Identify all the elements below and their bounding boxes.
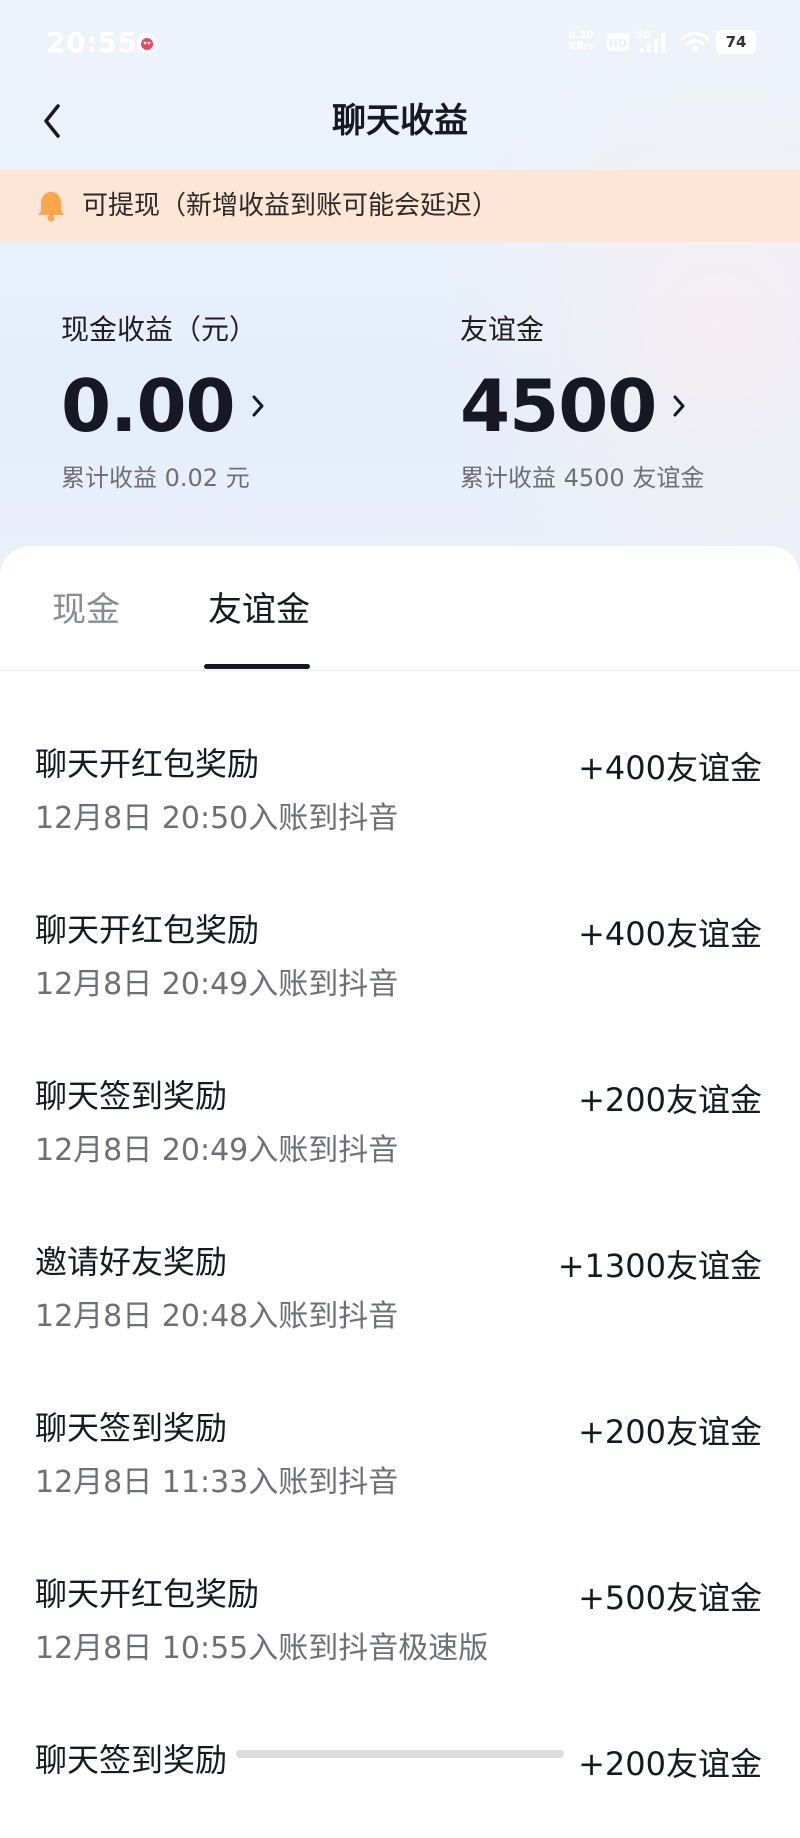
- status-time: 20:55: [46, 26, 138, 59]
- bell-icon: [38, 192, 64, 222]
- friend-gold-label: 友谊金: [460, 313, 545, 346]
- record-amount: +1300友谊金: [557, 1247, 762, 1285]
- record-amount: +500友谊金: [578, 1579, 762, 1617]
- chevron-left-icon[interactable]: [34, 96, 70, 146]
- friend-gold-link[interactable]: 4500: [460, 368, 800, 444]
- network-speed: 0.20 KB/s: [566, 30, 596, 52]
- withdraw-notice-banner: 可提现（新增收益到账可能会延迟）: [0, 170, 800, 242]
- record-amount: +400友谊金: [578, 915, 762, 953]
- cash-earnings-card: 现金收益（元） 0.00 累计收益 0.02 元: [61, 310, 401, 496]
- friend-gold-value: 4500: [460, 364, 657, 448]
- record-amount: +200友谊金: [578, 1081, 762, 1119]
- record-title: 聊天开红包奖励: [35, 911, 260, 949]
- svg-text:5G: 5G: [636, 30, 651, 41]
- status-bar: 20:55 0.20 KB/s HD 5G 74: [0, 0, 800, 88]
- list-item: 聊天开红包奖励 12月8日 10:55入账到抖音极速版 +500友谊金: [0, 1506, 800, 1672]
- record-title: 聊天签到奖励: [35, 1409, 228, 1447]
- record-date: 12月8日 10:55入账到抖音极速版: [35, 1631, 489, 1666]
- list-item: 聊天签到奖励 12月8日 11:33入账到抖音 +200友谊金: [0, 1340, 800, 1506]
- record-amount: +200友谊金: [578, 1745, 762, 1783]
- record-amount: +400友谊金: [578, 749, 762, 787]
- cash-earnings-value: 0.00: [61, 364, 236, 448]
- record-date: 12月8日 20:50入账到抖音: [35, 801, 399, 836]
- tab-friend-gold[interactable]: 友谊金: [208, 582, 310, 638]
- header-background: [0, 0, 800, 600]
- battery-icon: 74: [716, 30, 756, 54]
- home-indicator[interactable]: [236, 1750, 564, 1758]
- record-title: 聊天开红包奖励: [35, 1575, 260, 1613]
- network-speed-unit: KB/s: [568, 41, 594, 52]
- list-item: 聊天签到奖励 12月8日 20:49入账到抖音 +200友谊金: [0, 1008, 800, 1174]
- notice-text: 可提现（新增收益到账可能会延迟）: [82, 191, 499, 221]
- cash-earnings-link[interactable]: 0.00: [61, 368, 401, 444]
- wifi-icon: [680, 32, 710, 52]
- chevron-right-icon: [252, 395, 264, 417]
- record-date: 12月8日 20:48入账到抖音: [35, 1299, 399, 1334]
- record-date: 12月8日 20:49入账到抖音: [35, 967, 399, 1002]
- list-item: 聊天开红包奖励 12月8日 20:50入账到抖音 +400友谊金: [0, 676, 800, 842]
- hd-icon: HD: [607, 33, 629, 51]
- active-tab-indicator: [204, 664, 310, 669]
- chevron-right-icon: [673, 395, 685, 417]
- record-title: 邀请好友奖励: [35, 1243, 228, 1281]
- page-title: 聊天收益: [332, 101, 468, 141]
- friend-gold-total: 累计收益 4500 友谊金: [460, 464, 705, 492]
- record-title: 聊天开红包奖励: [35, 745, 260, 783]
- tab-divider: [0, 670, 800, 671]
- network-speed-value: 0.20: [568, 30, 594, 41]
- record-date: 12月8日 11:33入账到抖音: [35, 1465, 399, 1500]
- 5g-signal-icon: 5G: [636, 30, 665, 53]
- douyin-app-icon: [137, 33, 157, 53]
- svg-text:HD: HD: [609, 37, 627, 50]
- friend-gold-card: 友谊金 4500 累计收益 4500 友谊金: [460, 310, 800, 496]
- records-list: 聊天开红包奖励 12月8日 20:50入账到抖音 +400友谊金 聊天开红包奖励…: [0, 676, 800, 1838]
- list-item: 聊天开红包奖励 12月8日 20:49入账到抖音 +400友谊金: [0, 842, 800, 1008]
- list-item: 邀请好友奖励 12月8日 20:48入账到抖音 +1300友谊金: [0, 1174, 800, 1340]
- tab-cash[interactable]: 现金: [52, 582, 120, 638]
- record-date: 12月8日 20:49入账到抖音: [35, 1133, 399, 1168]
- cash-earnings-label: 现金收益（元）: [61, 313, 258, 346]
- record-amount: +200友谊金: [578, 1413, 762, 1451]
- cash-earnings-total: 累计收益 0.02 元: [61, 464, 250, 492]
- record-title: 聊天签到奖励: [35, 1741, 228, 1779]
- record-title: 聊天签到奖励: [35, 1077, 228, 1115]
